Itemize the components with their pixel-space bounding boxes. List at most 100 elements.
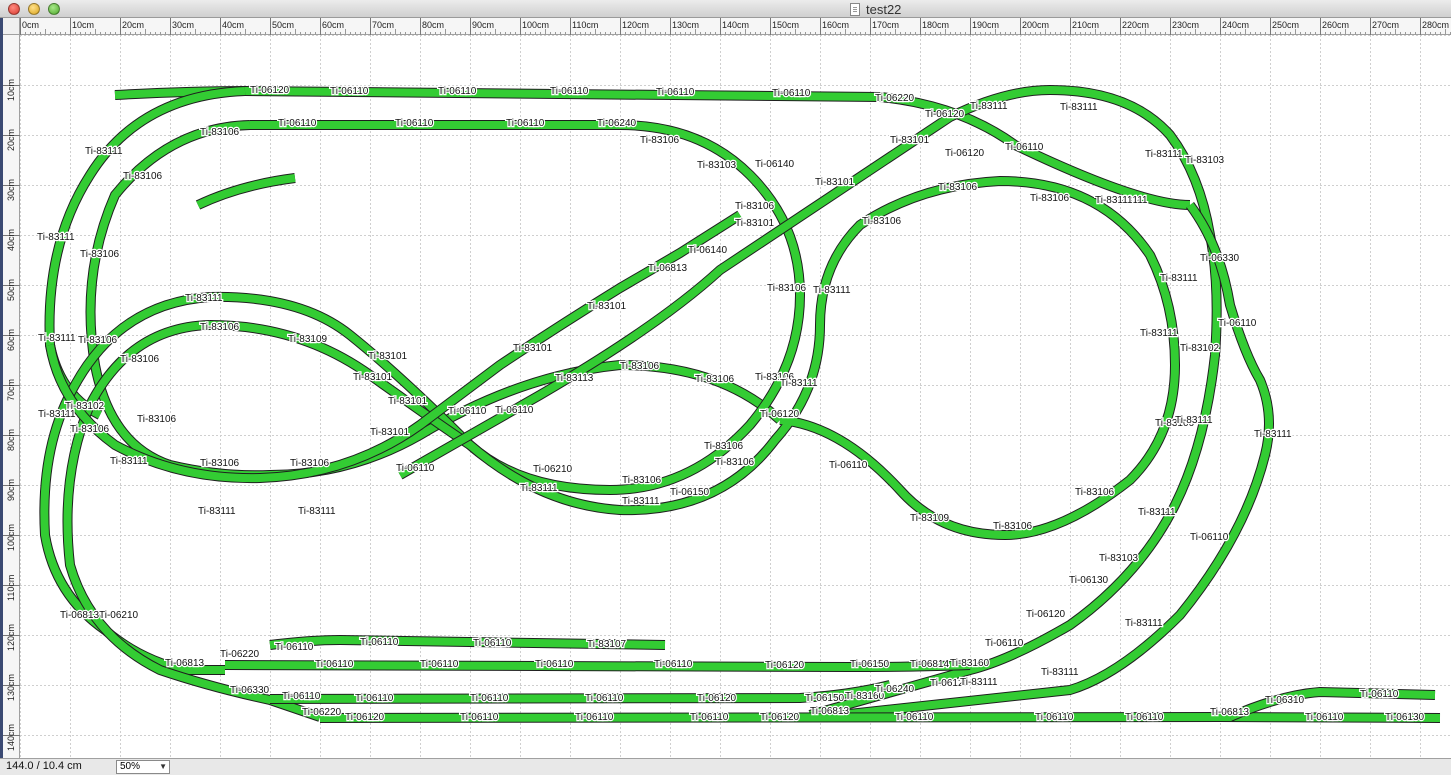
track-part-label: Ti-06240 [597,118,637,129]
track-part-label: Ti-83111 [1095,195,1133,206]
ruler-label: 70cm [372,20,394,30]
track-part-label: Ti-06110 [473,638,512,649]
ruler-label: 90cm [472,20,494,30]
track-segment[interactable] [46,211,743,483]
cursor-coordinates: 144.0 / 10.4 cm [6,760,82,772]
ruler-label: 100cm [6,524,16,551]
track-part-label: Ti-83111 [198,506,236,517]
ruler-label: 200cm [1022,20,1049,30]
track-part-label: Ti-83109 [288,334,328,345]
track-part-label: Ti-06120 [345,712,385,723]
ruler-label: 100cm [522,20,549,30]
track-part-label: Ti-06140 [688,245,728,256]
track-part-label: Ti-06120 [1026,609,1066,620]
track-part-label: Ti-83111 [1160,273,1198,284]
track-part-label: Ti-83111 [298,506,336,517]
track-part-label: Ti-83106 [620,361,660,372]
track-part-label: Ti-06110 [550,86,589,97]
track-part-label: Ti-83106 [704,441,744,452]
track-part-label: Ti-83111 [970,101,1008,112]
track-part-label: Ti-06110 [1125,712,1164,723]
track-part-label: Ti-83107 [587,639,627,650]
track-part-label: Ti-06110 [282,691,321,702]
track-labels: Ti-06120 Ti-06110 Ti-06110 Ti-06110 Ti-06110… [36,84,1426,725]
track-segment[interactable] [196,174,296,209]
ruler-label: 250cm [1272,20,1299,30]
track-part-label: Ti-83111 [813,285,851,296]
track-part-label: Ti-83106 [1075,487,1115,498]
track-part-label: Ti-83106 [290,458,330,469]
track-part-label: Ti-83106 [622,475,662,486]
track-part-label: Ti-83106 [78,335,118,346]
tracks[interactable] [39,85,1441,723]
track-part-label: Ti-06110 [1305,712,1344,723]
track-part-label: Ti-83106 [80,249,120,260]
track-part-label: Ti-06120 [945,148,985,159]
track-part-label: Ti-06813 [1210,707,1250,718]
track-part-label: Ti-06110 [535,659,574,670]
zoom-value: 50% [120,761,141,772]
ruler-label: 10cm [6,79,16,101]
ruler-label: 120cm [622,20,649,30]
track-part-label: Ti-83101 [735,218,775,229]
track-part-label: Ti-83106 [715,457,755,468]
window-titlebar[interactable]: test22 [0,0,1451,18]
track-part-label: Ti-06220 [302,707,342,718]
track-part-label: Ti-83103 [1185,155,1225,166]
track-part-label: Ti-83101 [587,301,627,312]
track-part-label: Ti-83160 [950,658,990,669]
track-part-label: Ti-83106 [200,322,240,333]
ruler-label: 110cm [572,20,598,30]
status-bar: 144.0 / 10.4 cm 50% ▼ [0,758,1451,775]
zoom-select[interactable]: 50% ▼ [116,760,170,774]
track-part-label: Ti-06813 [810,706,850,717]
ruler-label: 70cm [6,379,16,401]
track-part-label: Ti-06110 [656,87,695,98]
track-part-label: Ti-06110 [420,659,459,670]
track-part-label: Ti-83106 [120,354,160,365]
zoom-button[interactable] [48,3,60,15]
track-part-label: Ti-06210 [533,464,573,475]
window-title: test22 [866,1,902,17]
track-part-label: Ti-83103 [1099,553,1139,564]
track-part-label: Ti-06110 [654,659,693,670]
track-part-label: Ti-06130 [1069,575,1109,586]
minimize-button[interactable] [28,3,40,15]
ruler-label: 40cm [222,20,244,30]
ruler-label: 150cm [772,20,799,30]
track-part-label: Ti-06110 [895,712,934,723]
close-button[interactable] [8,3,20,15]
track-part-label: Ti-06120 [760,409,800,420]
track-part-label: Ti-06120 [925,109,965,120]
track-part-label: Ti-06150 [670,487,710,498]
track-part-label: Ti-83111 [960,677,998,688]
track-segment[interactable] [209,177,1179,539]
ruler-label: 80cm [422,20,444,30]
track-part-label: Ti-06813 [165,658,205,669]
ruler-label: 170cm [872,20,899,30]
track-segment-outline [209,176,1180,540]
track-layout-canvas[interactable]: Ti-06120 Ti-06110 Ti-06110 Ti-06110 Ti-06110… [20,35,1451,758]
track-part-label: Ti-83101 [815,177,855,188]
track-part-label: Ti-06110 [1360,689,1399,700]
track-part-label: Ti-06110 [575,712,614,723]
ruler-label: 20cm [6,129,16,151]
track-part-label: Ti-83111 [1041,667,1079,678]
track-part-label: Ti-83103 [697,160,737,171]
ruler-label: 220cm [1122,20,1149,30]
track-part-label: Ti-06110 [772,88,811,99]
track-part-label: Ti-06310 [1265,695,1305,706]
track-part-label: Ti-06140 [755,159,795,170]
track-part-label: Ti-06110 [1190,532,1229,543]
track-part-label: Ti-83111 [622,496,660,507]
track-part-label: Ti-06110 [829,460,868,471]
track-part-label: Ti-06110 [275,642,314,653]
ruler-label: 20cm [122,20,144,30]
track-segment[interactable] [45,87,246,419]
track-part-label: Ti-06120 [765,660,805,671]
document-icon [850,2,860,16]
ruler-label: 210cm [1072,20,1099,30]
track-part-label: Ti-83111 [185,293,223,304]
track-part-label: Ti-83111 [1125,618,1163,629]
track-layout-svg[interactable]: Ti-06120 Ti-06110 Ti-06110 Ti-06110 Ti-06110… [20,35,1451,758]
